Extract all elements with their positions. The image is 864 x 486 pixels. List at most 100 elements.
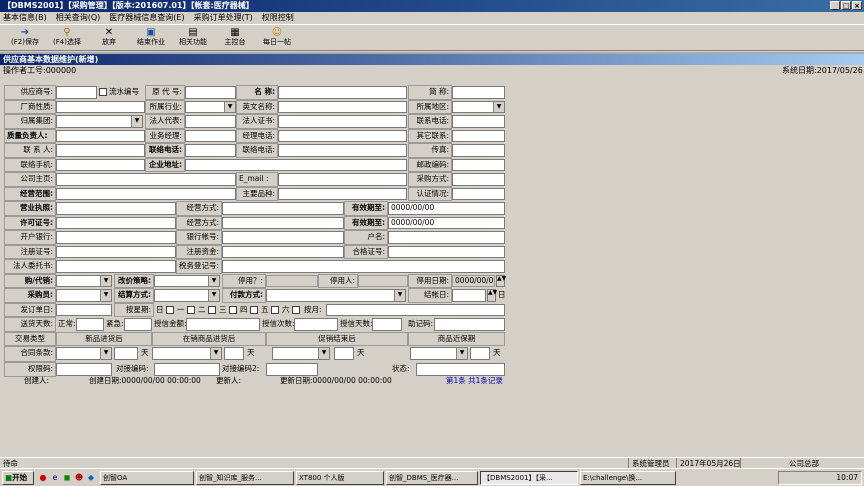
quicklaunch-ie-icon[interactable]: e bbox=[50, 473, 60, 483]
settle-date-input[interactable] bbox=[452, 289, 486, 302]
industry-dropdown[interactable] bbox=[185, 100, 236, 113]
deactivated-by-input[interactable] bbox=[358, 274, 408, 287]
docking-code2-input[interactable] bbox=[266, 363, 318, 376]
legal-auth-input[interactable] bbox=[56, 260, 176, 273]
serial-no-checkbox[interactable] bbox=[99, 88, 107, 96]
contact-tel-input[interactable] bbox=[185, 144, 236, 157]
on-sale-dropdown[interactable] bbox=[152, 347, 222, 360]
menu-permission[interactable]: 权限控制 bbox=[262, 12, 294, 24]
reg-capital-input[interactable] bbox=[222, 245, 344, 258]
menu-basic-info[interactable]: 基本信息(B) bbox=[3, 12, 47, 24]
settle-date-spinner[interactable]: ▲▼ bbox=[487, 289, 497, 302]
discard-button[interactable]: ✕ 放弃 bbox=[88, 25, 130, 51]
right-code-input[interactable] bbox=[56, 363, 112, 376]
biz-scope-input[interactable] bbox=[56, 187, 236, 200]
quicklaunch-desktop-icon[interactable]: ◼ bbox=[62, 473, 72, 483]
price-strategy-dropdown[interactable] bbox=[154, 274, 220, 287]
near-expiry-dropdown[interactable] bbox=[410, 347, 468, 360]
legal-rep-input[interactable] bbox=[185, 115, 236, 128]
close-button[interactable]: × bbox=[852, 1, 862, 10]
start-button[interactable]: ■开始 bbox=[2, 471, 34, 485]
menu-device-query[interactable]: 医疗器械信息查询(E) bbox=[109, 12, 184, 24]
status-input[interactable] bbox=[416, 363, 505, 376]
memo-code-input[interactable] bbox=[434, 318, 505, 331]
contact-phone-input[interactable] bbox=[452, 115, 505, 128]
task-dbms2001[interactable]: 【DBMS2001】【采... bbox=[480, 471, 578, 485]
valid-to2-input[interactable]: 0000/00/00 bbox=[388, 216, 505, 229]
other-contact-input[interactable] bbox=[452, 129, 505, 142]
minimize-button[interactable]: _ bbox=[830, 1, 840, 10]
task-explorer[interactable]: E:\challenge\换... bbox=[580, 471, 676, 485]
credit-amt-input[interactable] bbox=[186, 318, 260, 331]
deactivate-date-spinner[interactable]: ▲▼ bbox=[496, 274, 506, 287]
task-xt800[interactable]: XT800 个人版 bbox=[296, 471, 384, 485]
order-day-input[interactable] bbox=[56, 303, 112, 316]
daily-tip-button[interactable]: ☺ 每日一帖 bbox=[256, 25, 298, 51]
pay-mode-dropdown[interactable] bbox=[266, 289, 406, 302]
credit-times-input[interactable] bbox=[294, 318, 338, 331]
cert-status-input[interactable] bbox=[452, 187, 505, 200]
menu-purchase-order[interactable]: 采购订单处理(T) bbox=[194, 12, 253, 24]
task-knowledge[interactable]: 创智_知识库_服务... bbox=[196, 471, 294, 485]
legal-cert-input[interactable] bbox=[278, 115, 407, 128]
urgent-days-input[interactable] bbox=[124, 318, 152, 331]
valid-to1-input[interactable]: 0000/00/00 bbox=[388, 202, 505, 215]
buyer-dropdown[interactable] bbox=[56, 289, 112, 302]
docking-code-input[interactable] bbox=[154, 363, 220, 376]
permit-no-input[interactable] bbox=[56, 216, 176, 229]
supplier-no-input[interactable] bbox=[56, 86, 97, 99]
select-button[interactable]: ⚲ (F4)选择 bbox=[46, 25, 88, 51]
menu-related-query[interactable]: 相关查询(Q) bbox=[56, 12, 101, 24]
weekday-wed-checkbox[interactable] bbox=[229, 305, 237, 314]
weekday-sat-checkbox[interactable] bbox=[292, 305, 300, 314]
homepage-input[interactable] bbox=[56, 173, 236, 186]
purchase-mode-input[interactable] bbox=[452, 173, 505, 186]
bank-acct-input[interactable] bbox=[222, 231, 344, 244]
quality-mgr-input[interactable] bbox=[56, 129, 145, 142]
save-button[interactable]: ➔ (F2)保存 bbox=[4, 25, 46, 51]
buy-sell-dropdown[interactable] bbox=[56, 274, 112, 287]
credit-days-input[interactable] bbox=[372, 318, 402, 331]
related-button[interactable]: ▤ 相关功能 bbox=[172, 25, 214, 51]
quicklaunch-app-icon[interactable]: ● bbox=[38, 473, 48, 483]
by-month-input[interactable] bbox=[326, 303, 505, 316]
acct-name-input[interactable] bbox=[388, 231, 505, 244]
company-addr-input[interactable] bbox=[185, 158, 407, 171]
main-product-input[interactable] bbox=[278, 187, 407, 200]
quicklaunch-chat-icon[interactable]: ◆ bbox=[86, 473, 96, 483]
factory-type-input[interactable] bbox=[56, 100, 145, 113]
qual-cert-input[interactable] bbox=[388, 245, 505, 258]
biz-mgr-input[interactable] bbox=[185, 129, 236, 142]
console-button[interactable]: ▦ 主控台 bbox=[214, 25, 256, 51]
normal-days-input[interactable] bbox=[76, 318, 104, 331]
maximize-button[interactable]: □ bbox=[841, 1, 851, 10]
weekday-thu-checkbox[interactable] bbox=[250, 305, 258, 314]
short-name-input[interactable] bbox=[452, 86, 505, 99]
contact-mobile-input[interactable] bbox=[56, 158, 145, 171]
weekday-sun-checkbox[interactable] bbox=[166, 305, 174, 314]
biz-mode1-input[interactable] bbox=[222, 202, 344, 215]
biz-mode2-input[interactable] bbox=[222, 216, 344, 229]
eng-name-input[interactable] bbox=[278, 100, 407, 113]
quicklaunch-qq-icon[interactable]: ☻ bbox=[74, 473, 84, 483]
new-product-days-input[interactable] bbox=[114, 347, 138, 360]
deactivate-input[interactable] bbox=[266, 274, 318, 287]
new-product-dropdown[interactable] bbox=[56, 347, 112, 360]
name-input[interactable] bbox=[278, 86, 407, 99]
promo-end-dropdown[interactable] bbox=[272, 347, 330, 360]
reg-cert-input[interactable] bbox=[56, 245, 176, 258]
weekday-mon-checkbox[interactable] bbox=[187, 305, 195, 314]
deactivate-date-input[interactable]: 0000/00/00 bbox=[452, 274, 495, 287]
mgr-phone-input[interactable] bbox=[278, 129, 407, 142]
weekday-fri-checkbox[interactable] bbox=[271, 305, 279, 314]
bank-input[interactable] bbox=[56, 231, 176, 244]
region-dropdown[interactable] bbox=[452, 100, 505, 113]
on-sale-days-input[interactable] bbox=[224, 347, 244, 360]
contact-tel2-input[interactable] bbox=[278, 144, 407, 157]
biz-license-input[interactable] bbox=[56, 202, 176, 215]
zipcode-input[interactable] bbox=[452, 158, 505, 171]
task-dbms-device[interactable]: 创智_DBMS_医疗器... bbox=[386, 471, 478, 485]
email-input[interactable] bbox=[278, 173, 407, 186]
group-dropdown[interactable] bbox=[56, 115, 143, 128]
contact-person-input[interactable] bbox=[56, 144, 145, 157]
